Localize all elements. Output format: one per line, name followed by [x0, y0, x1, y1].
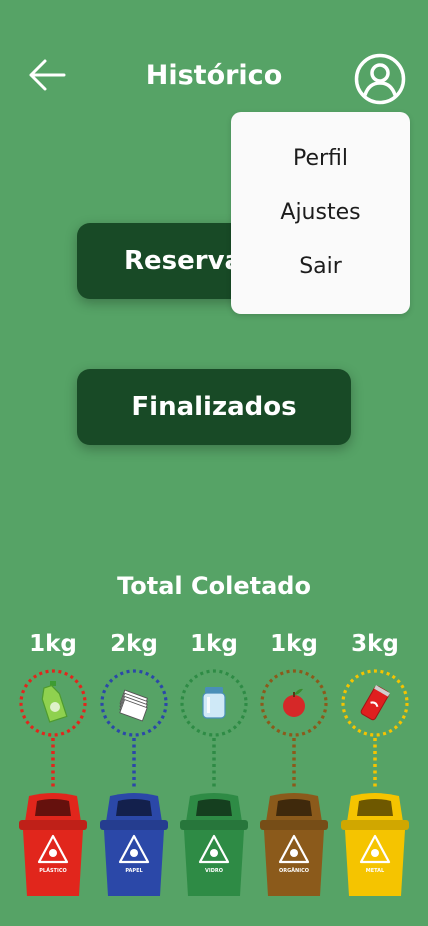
bin-rim — [260, 820, 328, 830]
paper-stack-icon — [119, 689, 148, 722]
menu-item-ajustes[interactable]: Ajustes — [231, 200, 410, 225]
profile-dropdown-menu: Perfil Ajustes Sair — [231, 112, 410, 314]
menu-item-sair[interactable]: Sair — [231, 254, 410, 279]
recycling-bin-2: 2kg PAPEL — [100, 631, 168, 896]
bottle-icon — [41, 681, 68, 723]
bin-weight: 1kg — [270, 631, 318, 657]
bin-label: VIDRO — [205, 868, 223, 874]
bin-rim — [180, 820, 248, 830]
glass-jar-icon — [202, 687, 226, 719]
recycling-bin-4: 1kg ORGÂNICO — [260, 631, 328, 896]
bin-rim — [100, 820, 168, 830]
recycling-bin-5: 3kg METAL — [341, 631, 409, 896]
bin-weight: 2kg — [110, 631, 158, 657]
bin-weight: 3kg — [351, 631, 399, 657]
finished-button[interactable]: Finalizados — [77, 369, 351, 445]
recycling-bin-3: 1kg VIDRO — [180, 631, 248, 896]
finished-button-label: Finalizados — [131, 392, 297, 422]
menu-item-perfil[interactable]: Perfil — [231, 146, 410, 171]
bin-weight: 1kg — [190, 631, 238, 657]
bin-label: PLÁSTICO — [39, 867, 67, 874]
bin-label: PAPEL — [125, 868, 143, 874]
bin-rim — [341, 820, 409, 830]
recycling-bin-1: 1kg PLÁSTICO — [19, 631, 87, 896]
bin-label: METAL — [366, 868, 385, 874]
total-collected-title: Total Coletado — [117, 572, 311, 600]
bin-rim — [19, 820, 87, 830]
bin-label: ORGÂNICO — [279, 867, 309, 874]
recycling-bins-panel: 1kg PLÁSTICO 2kg PAPEL 1kg VIDRO 1kg ORGÂNICO 3k… — [19, 631, 409, 896]
soda-can-icon — [360, 685, 390, 721]
bin-weight: 1kg — [29, 631, 77, 657]
user-profile-icon[interactable] — [354, 53, 406, 105]
apple-icon — [283, 688, 305, 717]
